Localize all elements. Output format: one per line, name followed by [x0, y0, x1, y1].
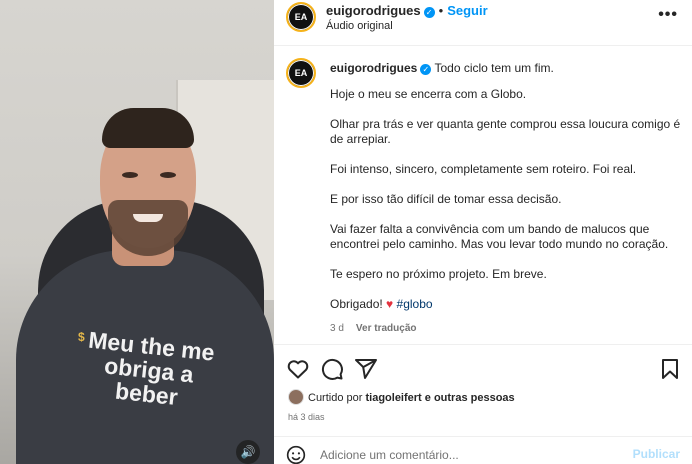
- caption-paragraph: Olhar pra trás e ver quanta gente compro…: [330, 117, 681, 146]
- caption-avatar[interactable]: EA: [286, 58, 316, 88]
- follow-button[interactable]: Seguir: [447, 3, 487, 18]
- post-media[interactable]: $ Meu the me obriga a beber 🔊: [0, 0, 274, 464]
- heart-icon[interactable]: [286, 357, 310, 381]
- caption-closing-line: Obrigado! ♥ #globo: [330, 297, 682, 312]
- caption-meta: 3 d Ver tradução: [330, 323, 417, 334]
- caption-paragraph: E por isso tão difícil de tomar essa dec…: [330, 192, 562, 206]
- separator-dot: •: [438, 3, 444, 18]
- post-age[interactable]: 3 d: [330, 323, 344, 334]
- volume-button[interactable]: 🔊: [236, 440, 260, 464]
- more-options-icon[interactable]: •••: [658, 6, 678, 24]
- caption-section: EA euigorodrigues ✓ Todo ciclo tem um fim…: [274, 46, 692, 344]
- emoji-icon[interactable]: [286, 445, 306, 464]
- liker-username[interactable]: tiagoleifert: [365, 392, 421, 404]
- person-right-eye: [160, 172, 176, 178]
- share-icon[interactable]: [354, 357, 378, 381]
- post-details-panel: EA euigorodrigues ✓ • Seguir Áudio original…: [274, 0, 692, 464]
- author-username[interactable]: euigorodrigues: [326, 3, 421, 18]
- hashtag-link[interactable]: #globo: [397, 297, 433, 311]
- caption-paragraph: Foi intenso, sincero, completamente sem …: [330, 162, 637, 176]
- see-translation-button[interactable]: Ver tradução: [356, 323, 417, 334]
- publish-button[interactable]: Publicar: [633, 447, 680, 461]
- audio-link[interactable]: Áudio original: [326, 20, 393, 32]
- post-date: há 3 dias: [288, 412, 325, 422]
- post-header: EA euigorodrigues ✓ • Seguir Áudio original…: [274, 0, 692, 46]
- likes-summary: Curtido por tiagoleifert e outras pessoa…: [288, 389, 515, 409]
- comment-input[interactable]: [320, 445, 620, 464]
- bookmark-icon[interactable]: [658, 357, 682, 381]
- person-left-eye: [122, 172, 138, 178]
- person-mouth: [133, 214, 163, 222]
- heart-emoji-icon: ♥: [386, 297, 394, 311]
- others-link[interactable]: e outras pessoas: [425, 392, 515, 404]
- liker-avatar[interactable]: [288, 389, 304, 405]
- liked-by-prefix: Curtido por: [308, 392, 363, 404]
- speaker-icon: 🔊: [240, 445, 256, 459]
- caption-first-line: euigorodrigues ✓ Todo ciclo tem um fim.: [330, 61, 682, 76]
- caption-username[interactable]: euigorodrigues: [330, 61, 417, 75]
- caption-paragraph: Te espero no próximo projeto. Em breve.: [330, 267, 547, 281]
- caption-paragraph: Vai fazer falta a convivência com um ban…: [330, 222, 669, 251]
- author-line: euigorodrigues ✓ • Seguir: [326, 3, 488, 18]
- caption-paragraph: Hoje o meu se encerra com a Globo.: [330, 87, 527, 101]
- comment-bar: Publicar: [274, 436, 692, 464]
- author-avatar[interactable]: EA: [286, 2, 316, 32]
- caption-closing: Obrigado!: [330, 297, 383, 311]
- verified-badge-icon: ✓: [423, 7, 435, 18]
- verified-badge-icon: ✓: [420, 64, 432, 75]
- person-hair: [102, 108, 194, 148]
- caption-text: euigorodrigues ✓ Todo ciclo tem um fim. H…: [330, 61, 682, 327]
- action-bar: [274, 344, 692, 389]
- comment-icon[interactable]: [320, 357, 344, 381]
- caption-title: Todo ciclo tem um fim.: [434, 61, 554, 75]
